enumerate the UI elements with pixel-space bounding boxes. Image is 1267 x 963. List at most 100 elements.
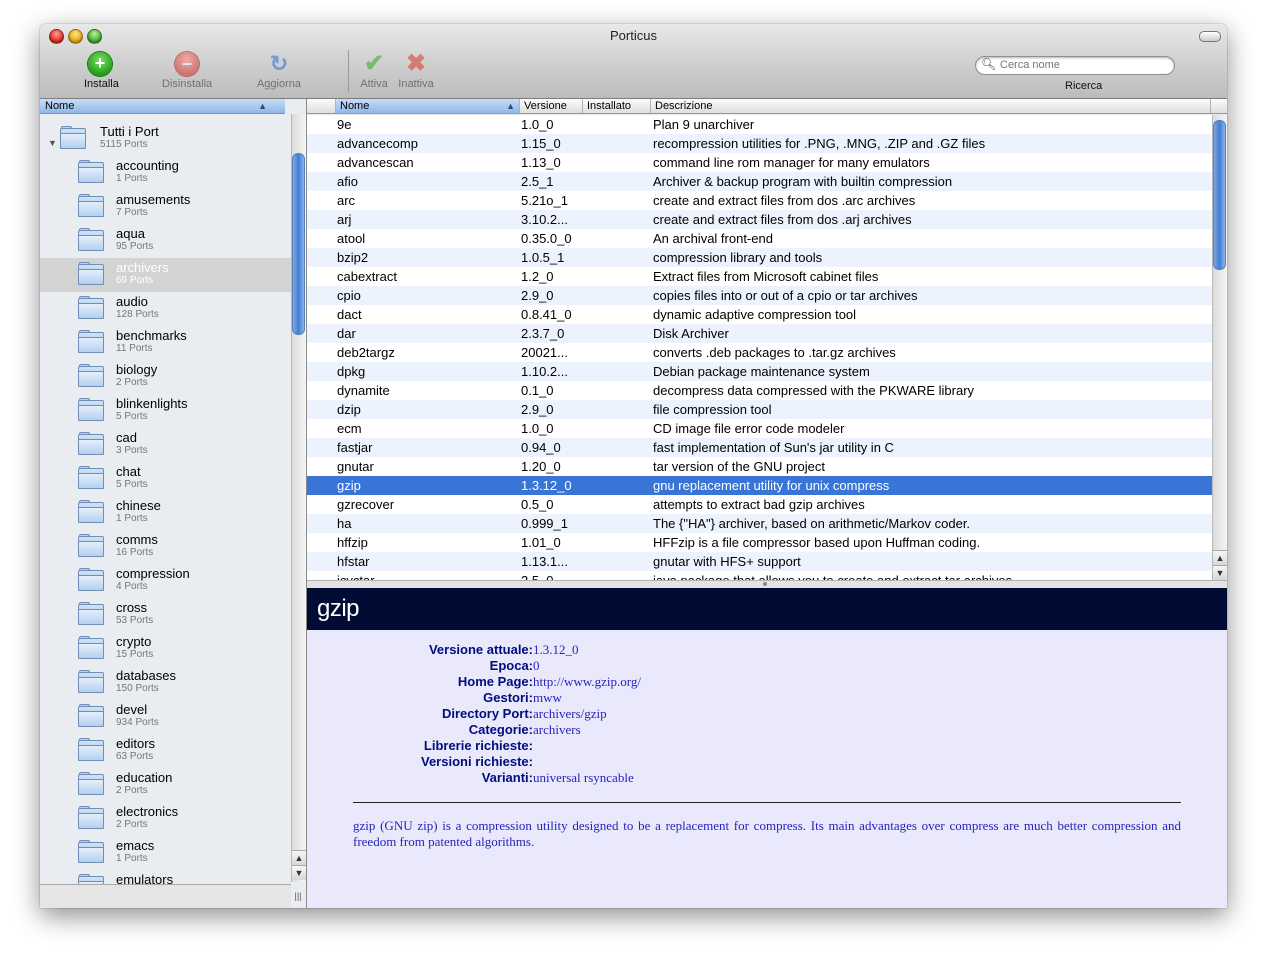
cell-name: ha: [337, 516, 352, 531]
table-row[interactable]: hffzip 1.01_0 HFFzip is a file compressor …: [307, 533, 1212, 552]
cell-name: gnutar: [337, 459, 374, 474]
column-header-name[interactable]: Nome ▲: [336, 99, 520, 113]
table-scroll-thumb[interactable]: [1213, 120, 1226, 270]
sidebar-item-chat[interactable]: chat 5 Ports: [40, 462, 291, 496]
sidebar-item-emacs[interactable]: emacs 1 Ports: [40, 836, 291, 870]
table-row[interactable]: jcyctar 2.5_0 java package that allows you…: [307, 571, 1212, 580]
folder-icon: [78, 704, 104, 727]
toolbar-toggle-button[interactable]: [1199, 31, 1221, 42]
search-field[interactable]: 🔍︎: [975, 56, 1175, 75]
sidebar-item-editors[interactable]: editors 63 Ports: [40, 734, 291, 768]
table-row[interactable]: ha 0.999_1 The {"HA"} archiver, based on a…: [307, 514, 1212, 533]
sidebar-item-label: audio: [116, 294, 148, 309]
scroll-up-arrow[interactable]: ▲: [292, 850, 306, 865]
deactivate-button[interactable]: ✖ Inattiva: [396, 52, 436, 91]
detail-property: Home Page: http://www.gzip.org/: [307, 674, 1227, 690]
cell-version: 2.3.7_0: [521, 326, 565, 341]
table-row[interactable]: gzrecover 0.5_0 attempts to extract bad gz…: [307, 495, 1212, 514]
toolbar-separator: [348, 50, 349, 92]
sidebar-item-cross[interactable]: cross 53 Ports: [40, 598, 291, 632]
detail-property: Categorie: archivers: [307, 722, 1227, 738]
table-row[interactable]: deb2targz 20021... converts .deb packages …: [307, 343, 1212, 362]
table-row[interactable]: afio 2.5_1 Archiver & backup program with …: [307, 172, 1212, 191]
sidebar-item-amusements[interactable]: amusements 7 Ports: [40, 190, 291, 224]
table-row[interactable]: advancecomp 1.15_0 recompression utilities…: [307, 134, 1212, 153]
folder-icon: [78, 160, 104, 183]
table-row[interactable]: dzip 2.9_0 file compression tool: [307, 400, 1212, 419]
table-row[interactable]: advancescan 1.13_0 command line rom manage…: [307, 153, 1212, 172]
sidebar-item-label: chinese: [116, 498, 161, 513]
sidebar-item-compression[interactable]: compression 4 Ports: [40, 564, 291, 598]
cell-name: dynamite: [337, 383, 390, 398]
column-header-blank[interactable]: [307, 99, 336, 113]
sidebar-item-biology[interactable]: biology 2 Ports: [40, 360, 291, 394]
sidebar-item-aqua[interactable]: aqua 95 Ports: [40, 224, 291, 258]
cell-version: 0.5_0: [521, 497, 554, 512]
table-row[interactable]: gzip 1.3.12_0 gnu replacement utility for …: [307, 476, 1212, 495]
sidebar-item-crypto[interactable]: crypto 15 Ports: [40, 632, 291, 666]
table-row[interactable]: cabextract 1.2_0 Extract files from Micros…: [307, 267, 1212, 286]
table-scroll-up-arrow[interactable]: ▲: [1213, 550, 1227, 565]
table-row[interactable]: fastjar 0.94_0 fast implementation of Sun'…: [307, 438, 1212, 457]
resize-handle-icon[interactable]: |||: [291, 886, 305, 906]
column-header-version-label: Versione: [524, 100, 567, 112]
sidebar-item-emulators[interactable]: emulators: [40, 870, 291, 884]
sidebar-item-count: 1 Ports: [116, 173, 148, 184]
cell-description: dynamic adaptive compression tool: [653, 307, 857, 322]
install-button[interactable]: + Installa: [84, 52, 119, 90]
sidebar-item-devel[interactable]: devel 934 Ports: [40, 700, 291, 734]
homepage-link[interactable]: http://www.gzip.org/: [533, 674, 641, 690]
uninstall-button[interactable]: – Disinstalla: [162, 52, 212, 90]
folder-icon: [78, 738, 104, 761]
cell-version: 1.2_0: [521, 269, 554, 284]
scroll-down-arrow[interactable]: ▼: [292, 865, 306, 880]
ports-table: 9e 1.0_0 Plan 9 unarchiver advancecomp 1.15_…: [307, 115, 1212, 580]
table-row[interactable]: dar 2.3.7_0 Disk Archiver: [307, 324, 1212, 343]
search-label: Ricerca: [1065, 80, 1103, 92]
table-row[interactable]: cpio 2.9_0 copies files into or out of a c…: [307, 286, 1212, 305]
sidebar-item-archivers[interactable]: archivers 69 Ports: [40, 258, 291, 292]
folder-icon: [78, 228, 104, 251]
cell-name: jcyctar: [337, 571, 517, 580]
table-row[interactable]: bzip2 1.0.5_1 compression library and tool…: [307, 248, 1212, 267]
table-row[interactable]: dact 0.8.41_0 dynamic adaptive compression…: [307, 305, 1212, 324]
sidebar-item-comms[interactable]: comms 16 Ports: [40, 530, 291, 564]
column-header-description[interactable]: Descrizione: [651, 99, 1211, 113]
table-row[interactable]: dpkg 1.10.2... Debian package maintenance …: [307, 362, 1212, 381]
sidebar-item-electronics[interactable]: electronics 2 Ports: [40, 802, 291, 836]
sidebar-item-label: aqua: [116, 226, 145, 241]
table-row[interactable]: arc 5.21o_1 create and extract files from …: [307, 191, 1212, 210]
cell-version: 1.20_0: [521, 459, 561, 474]
search-input[interactable]: [1000, 58, 1160, 72]
table-row[interactable]: dynamite 0.1_0 decompress data compressed …: [307, 381, 1212, 400]
sort-ascending-icon: ▲: [506, 101, 515, 111]
activate-button[interactable]: ✔ Attiva: [358, 52, 390, 91]
property-value: universal rsyncable: [533, 770, 634, 785]
sidebar-item-education[interactable]: education 2 Ports: [40, 768, 291, 802]
sidebar-scroll-thumb[interactable]: [292, 153, 305, 335]
table-row[interactable]: gnutar 1.20_0 tar version of the GNU proje…: [307, 457, 1212, 476]
sidebar-item-benchmarks[interactable]: benchmarks 11 Ports: [40, 326, 291, 360]
sidebar-item-accounting[interactable]: accounting 1 Ports: [40, 156, 291, 190]
table-row[interactable]: ecm 1.0_0 CD image file error code modeler: [307, 419, 1212, 438]
sidebar-item-blinkenlights[interactable]: blinkenlights 5 Ports: [40, 394, 291, 428]
sidebar-item-all-ports[interactable]: ▼ Tutti i Port 5115 Ports: [40, 122, 291, 156]
sidebar-item-databases[interactable]: databases 150 Ports: [40, 666, 291, 700]
table-row[interactable]: atool 0.35.0_0 An archival front-end: [307, 229, 1212, 248]
update-button[interactable]: ↻ Aggiorna: [256, 52, 302, 90]
table-row[interactable]: arj 3.10.2... create and extract files fro…: [307, 210, 1212, 229]
sidebar-item-chinese[interactable]: chinese 1 Ports: [40, 496, 291, 530]
cell-name: 9e: [337, 117, 352, 132]
column-header-version[interactable]: Versione: [520, 99, 583, 113]
table-row[interactable]: 9e 1.0_0 Plan 9 unarchiver: [307, 115, 1212, 134]
table-row[interactable]: hfstar 1.13.1... gnutar with HFS+ support: [307, 552, 1212, 571]
column-header-installed[interactable]: Installato: [583, 99, 651, 113]
disclosure-triangle-icon[interactable]: ▼: [48, 138, 57, 148]
sidebar-item-audio[interactable]: audio 128 Ports: [40, 292, 291, 326]
table-scroll-down-arrow[interactable]: ▼: [1213, 565, 1227, 580]
sidebar-item-cad[interactable]: cad 3 Ports: [40, 428, 291, 462]
sidebar-header-name[interactable]: Nome ▲: [40, 99, 285, 114]
property-key: Directory Port:: [441, 706, 533, 721]
cell-name: dar: [337, 326, 356, 341]
cell-version: 2.5_1: [521, 174, 554, 189]
